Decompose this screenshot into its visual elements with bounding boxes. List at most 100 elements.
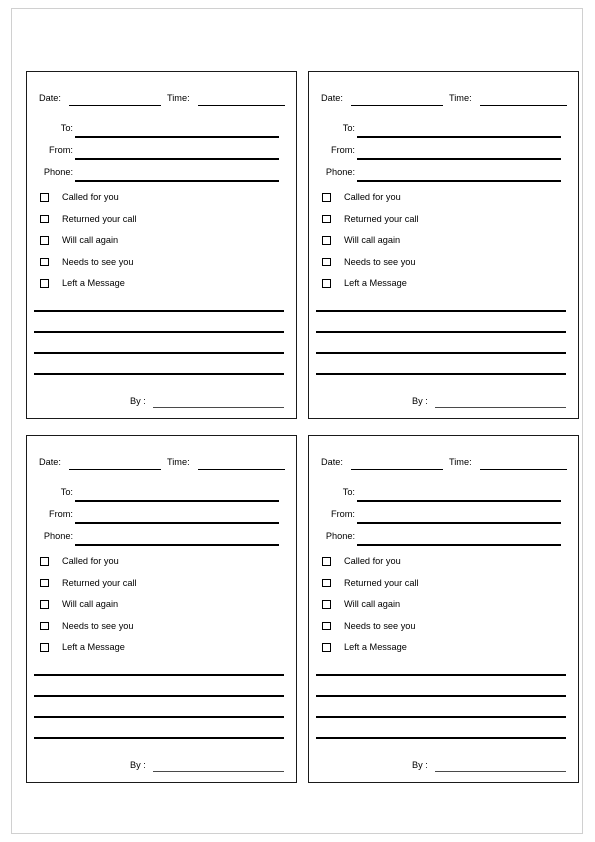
checkbox-label: Needs to see you: [62, 620, 134, 631]
time-input[interactable]: [480, 105, 567, 106]
from-label: From:: [331, 509, 355, 519]
from-input[interactable]: [357, 522, 561, 524]
checkbox-row[interactable]: Will call again: [309, 233, 580, 255]
message-line[interactable]: [34, 674, 284, 676]
phone-input[interactable]: [357, 180, 561, 182]
checkbox-label: Needs to see you: [344, 620, 416, 631]
by-input[interactable]: [153, 407, 284, 408]
checkbox-icon[interactable]: [322, 578, 331, 587]
checkbox-icon[interactable]: [40, 279, 49, 288]
checkbox-icon[interactable]: [322, 557, 331, 566]
checkbox-icon[interactable]: [40, 214, 49, 223]
checkbox-row[interactable]: Returned your call: [309, 212, 580, 234]
checkbox-label: Called for you: [344, 192, 401, 202]
message-line[interactable]: [316, 310, 566, 312]
message-card-grid: Date: Time: To: From: Phone: Called for …: [26, 71, 579, 783]
checkbox-icon[interactable]: [322, 236, 331, 245]
checkbox-label: Will call again: [62, 599, 119, 609]
checkbox-row[interactable]: Needs to see you: [309, 619, 580, 641]
to-input[interactable]: [75, 500, 279, 502]
checkbox-icon[interactable]: [322, 257, 331, 266]
time-input[interactable]: [198, 105, 285, 106]
message-card-body: Date: Time: To: From: Phone: Called for …: [309, 72, 578, 418]
phone-input[interactable]: [75, 180, 279, 182]
by-input[interactable]: [435, 407, 566, 408]
message-line[interactable]: [34, 716, 284, 718]
checkbox-row[interactable]: Returned your call: [27, 576, 298, 598]
date-input[interactable]: [69, 469, 161, 470]
checkbox-icon[interactable]: [40, 643, 49, 652]
checkbox-label: Left a Message: [62, 278, 125, 288]
to-input[interactable]: [357, 136, 561, 138]
checkbox-row[interactable]: Will call again: [27, 597, 298, 619]
checkbox-row[interactable]: Called for you: [309, 190, 580, 212]
checkbox-row[interactable]: Will call again: [27, 233, 298, 255]
message-line[interactable]: [34, 373, 284, 375]
checkbox-icon[interactable]: [322, 214, 331, 223]
by-input[interactable]: [153, 771, 284, 772]
checkbox-icon[interactable]: [40, 578, 49, 587]
time-input[interactable]: [198, 469, 285, 470]
checkbox-icon[interactable]: [322, 193, 331, 202]
checkbox-label: Left a Message: [344, 278, 407, 288]
to-label: To:: [342, 487, 355, 497]
checkbox-icon[interactable]: [40, 621, 49, 630]
message-line[interactable]: [316, 674, 566, 676]
message-line[interactable]: [316, 716, 566, 718]
message-card-top-right: Date: Time: To: From: Phone: Called for …: [308, 71, 579, 419]
by-row: By :: [309, 394, 580, 410]
checkbox-row[interactable]: Returned your call: [309, 576, 580, 598]
checkbox-icon[interactable]: [40, 600, 49, 609]
time-input[interactable]: [480, 469, 567, 470]
message-line[interactable]: [316, 737, 566, 739]
checkbox-label: Returned your call: [344, 577, 419, 588]
checkbox-row[interactable]: Called for you: [27, 554, 298, 576]
message-line[interactable]: [316, 373, 566, 375]
date-input[interactable]: [351, 469, 443, 470]
date-input[interactable]: [351, 105, 443, 106]
checkbox-row[interactable]: Called for you: [309, 554, 580, 576]
phone-input[interactable]: [75, 544, 279, 546]
checkbox-row[interactable]: Needs to see you: [27, 619, 298, 641]
checkbox-row[interactable]: Needs to see you: [309, 255, 580, 277]
message-line[interactable]: [34, 352, 284, 354]
phone-input[interactable]: [357, 544, 561, 546]
checkbox-row[interactable]: Left a Message: [309, 640, 580, 662]
to-input[interactable]: [357, 500, 561, 502]
time-label: Time:: [167, 457, 190, 467]
checkbox-icon[interactable]: [40, 193, 49, 202]
from-input[interactable]: [357, 158, 561, 160]
date-time-row: Date: Time:: [309, 90, 580, 108]
message-line[interactable]: [316, 352, 566, 354]
from-input[interactable]: [75, 158, 279, 160]
phone-label: Phone:: [325, 167, 355, 177]
by-input[interactable]: [435, 771, 566, 772]
message-line[interactable]: [34, 310, 284, 312]
checkbox-icon[interactable]: [40, 557, 49, 566]
from-input[interactable]: [75, 522, 279, 524]
checkbox-row[interactable]: Returned your call: [27, 212, 298, 234]
checkbox-row[interactable]: Called for you: [27, 190, 298, 212]
from-label: From:: [49, 509, 73, 519]
checkbox-row[interactable]: Needs to see you: [27, 255, 298, 277]
checkbox-icon[interactable]: [322, 643, 331, 652]
to-input[interactable]: [75, 136, 279, 138]
checkbox-icon[interactable]: [322, 279, 331, 288]
checkbox-icon[interactable]: [40, 236, 49, 245]
checkbox-row[interactable]: Left a Message: [309, 276, 580, 298]
checkbox-row[interactable]: Left a Message: [27, 640, 298, 662]
to-label: To:: [60, 487, 73, 497]
checkbox-row[interactable]: Will call again: [309, 597, 580, 619]
message-line[interactable]: [316, 331, 566, 333]
message-line[interactable]: [34, 331, 284, 333]
message-line[interactable]: [316, 695, 566, 697]
to-row: To:: [309, 484, 580, 506]
checkbox-icon[interactable]: [40, 257, 49, 266]
message-line[interactable]: [34, 737, 284, 739]
checkbox-icon[interactable]: [322, 600, 331, 609]
date-input[interactable]: [69, 105, 161, 106]
checkbox-row[interactable]: Left a Message: [27, 276, 298, 298]
checkbox-icon[interactable]: [322, 621, 331, 630]
message-card-bottom-right: Date: Time: To: From: Phone: Called for …: [308, 435, 579, 783]
message-line[interactable]: [34, 695, 284, 697]
